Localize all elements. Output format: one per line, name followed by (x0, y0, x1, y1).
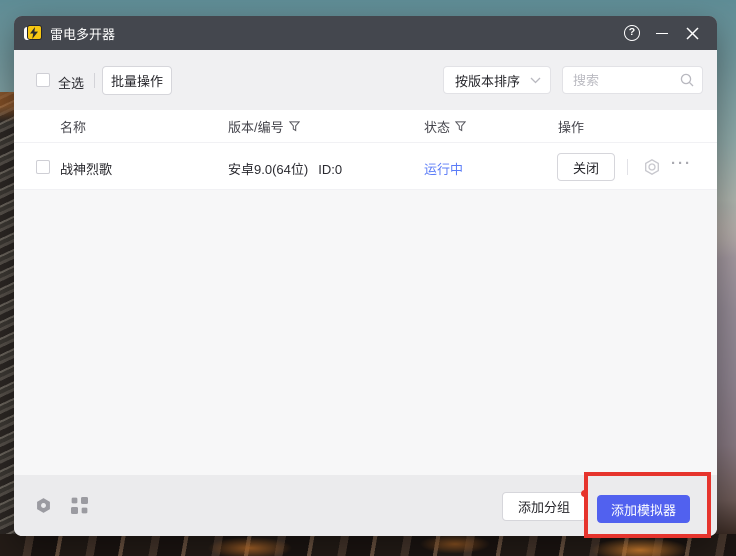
column-header-actions: 操作 (558, 110, 584, 142)
search-box (562, 66, 703, 94)
titlebar: 雷电多开器 ? (14, 16, 717, 50)
help-button[interactable]: ? (617, 19, 647, 47)
column-header-version: 版本/编号 (228, 110, 300, 142)
add-emulator-button[interactable]: 添加模拟器 (597, 495, 690, 523)
wallpaper-rocks-bottom (0, 534, 736, 556)
app-logo-icon (26, 25, 42, 41)
filter-icon[interactable] (289, 121, 300, 132)
column-header-status: 状态 (424, 110, 466, 142)
more-icon: ··· (671, 155, 692, 172)
instance-name: 战神烈歌 (60, 159, 112, 178)
sort-dropdown-value: 按版本排序 (455, 71, 530, 90)
search-icon (680, 73, 694, 87)
row-checkbox[interactable] (36, 160, 50, 174)
close-icon (686, 27, 699, 40)
toolbar: 全选 批量操作 按版本排序 (14, 50, 717, 110)
filter-icon[interactable] (455, 121, 466, 132)
minimize-button[interactable] (647, 19, 677, 47)
select-all-checkbox[interactable] (36, 73, 50, 87)
instance-settings-button[interactable] (643, 158, 661, 176)
close-button[interactable] (677, 19, 707, 47)
toolbar-divider (94, 73, 95, 88)
instance-list-empty-area (14, 190, 717, 475)
instance-version: 安卓9.0(64位)ID:0 (228, 159, 342, 178)
app-window: 雷电多开器 ? 全选 批量操作 按版本排序 (14, 16, 717, 536)
table-header: 名称 版本/编号 状态 操作 (14, 110, 717, 142)
grid-icon (72, 498, 78, 504)
help-icon: ? (624, 25, 640, 41)
layout-grid-button[interactable] (71, 497, 88, 514)
column-header-name: 名称 (60, 110, 86, 142)
instance-id: ID:0 (318, 162, 342, 177)
search-input[interactable] (573, 73, 680, 88)
status-badge: 运行中 (424, 159, 463, 178)
batch-operations-button[interactable]: 批量操作 (102, 66, 172, 95)
add-group-button[interactable]: 添加分组 (502, 492, 586, 521)
sort-dropdown[interactable]: 按版本排序 (443, 66, 551, 94)
close-instance-button[interactable]: 关闭 (557, 153, 615, 181)
minimize-icon (656, 33, 668, 34)
window-title: 雷电多开器 (50, 24, 115, 43)
gear-icon (643, 158, 661, 176)
global-settings-button[interactable] (35, 497, 52, 519)
row-divider (627, 159, 628, 175)
table-row: 战神烈歌 安卓9.0(64位)ID:0 运行中 关闭 ··· (14, 142, 717, 190)
notification-dot (581, 490, 588, 497)
select-all-label: 全选 (58, 73, 84, 92)
footer-bar: 添加分组 添加模拟器 (14, 475, 717, 536)
gear-filled-icon (35, 497, 52, 514)
more-options-button[interactable]: ··· (671, 155, 692, 172)
chevron-down-icon (530, 77, 541, 84)
